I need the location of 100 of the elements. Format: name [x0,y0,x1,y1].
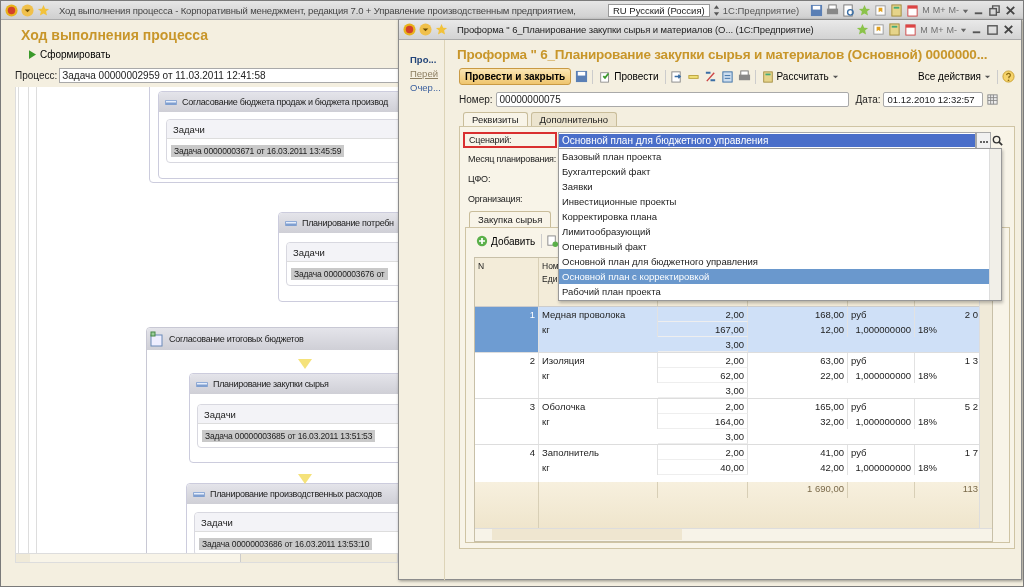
caret-icon [984,73,991,80]
language-indicator[interactable]: RU Русский (Россия) [608,3,710,17]
horizontal-scrollbar[interactable] [475,528,992,541]
table-cell: 1,000000000 [848,414,915,429]
table-cell: 32,00 [748,414,848,429]
generate-button[interactable]: Сформировать [15,47,125,62]
save-icon[interactable] [575,70,589,83]
tab[interactable]: Реквизиты [463,112,528,126]
maximize-icon[interactable] [986,23,999,36]
vertical-scrollbar[interactable] [989,148,1001,300]
add-button[interactable]: Добавить [474,235,538,247]
node-title: Планирование производственных расходов [210,489,382,499]
calculator-icon[interactable] [888,23,902,36]
table-cell: 2 [475,353,539,398]
task-link[interactable]: Задача 00000003676 от [291,268,388,280]
nav-link[interactable]: Очер... [410,82,444,93]
dropdown-item[interactable]: Основной план для бюджетного управления [559,253,989,269]
tasks-label: Задачи [204,408,236,420]
bookmark-icon[interactable] [874,3,888,17]
column-header[interactable]: N [475,258,539,306]
task-link[interactable]: Задача 00000003685 от 16.03.2011 13:51:53 [202,430,376,442]
bookmark-icon[interactable] [872,23,886,36]
menu-icon[interactable] [419,23,432,36]
memory-button[interactable]: M [922,5,930,15]
number-field[interactable]: 00000000075 [495,92,849,107]
memory-button[interactable]: M- [946,24,957,35]
table-cell: кг [539,460,658,475]
table-cell: 164,00 [658,414,748,429]
table-cell: 40,00 [658,460,748,475]
document-list-icon[interactable] [720,70,734,83]
process-label: Процесс: [15,70,58,81]
window-title-tail: 1С:Предприятие) [722,4,800,16]
memory-button[interactable]: M- [948,5,959,15]
table-cell: 165,00 [748,399,848,414]
table-cell: 2,00 [658,353,748,368]
table-cell: 1,000000000 [848,368,915,383]
star-icon[interactable] [856,23,870,36]
post-and-close-button[interactable]: Провести и закрыть [459,68,572,85]
table-cell: 3 [475,399,539,444]
node-title: Согласование бюджета продаж и бюджета производ [182,97,389,107]
task-link[interactable]: Задача 00000003671 от 16.03.2011 13:45:59 [171,145,345,157]
close-icon[interactable] [1002,23,1015,36]
search-icon[interactable] [991,133,1004,147]
nav-link[interactable]: Про... [410,54,444,65]
calculate-button[interactable]: Рассчитать [759,70,841,83]
logo-icon[interactable] [5,3,18,17]
dropdown-item[interactable]: Рабочий план проекта [559,283,989,299]
dropdown-item[interactable]: Бухгалтерский факт [559,163,989,179]
date-field[interactable]: 01.12.2010 12:32:57 [883,92,984,107]
dropdown-item[interactable]: Оперативный факт [559,238,989,254]
dropdown-item[interactable]: Лимитообразующий [559,223,989,239]
table-row[interactable]: 1 Медная проволока кг 2,00 167,00 3,00 168,00 12,00 руб 1,000000000 2 0 18% [475,307,982,353]
logo-icon[interactable] [403,23,416,36]
dropdown-item[interactable]: Базовый план проекта [559,148,989,164]
dropdown-item[interactable]: Корректировка плана [559,208,989,224]
memory-button[interactable]: M+ [932,5,946,15]
total-cell: 1 690,00 [748,482,848,498]
tab[interactable]: Дополнительно [530,112,617,126]
play-icon [29,50,36,59]
dropdown-item[interactable]: Инвестиционные проекты [559,193,989,209]
tab[interactable]: Закупка сырья [469,211,552,227]
table-cell: 42,00 [748,460,848,475]
table-cell: 2,00 [658,399,748,414]
scroll-arrows-icon[interactable] [712,3,720,17]
nav-link[interactable]: Перей [410,68,444,79]
star-icon[interactable] [858,3,872,17]
scenario-field[interactable]: Основной план для бюджетного управления [558,131,976,149]
task-icon [193,491,205,497]
process-field[interactable]: Задача 00000002959 от 11.03.2011 12:41:58 [59,68,401,83]
select-button[interactable] [976,131,991,149]
copy-icon[interactable] [546,234,560,248]
memory-button[interactable]: M [920,24,928,35]
horizontal-scrollbar[interactable] [15,553,398,563]
star-icon[interactable] [435,23,448,36]
restore-icon[interactable] [988,3,1001,17]
calendar-icon[interactable] [904,23,918,36]
help-icon[interactable] [1002,70,1015,83]
preview-icon[interactable] [842,3,856,17]
close-icon[interactable] [1004,3,1017,17]
calendar-icon[interactable] [986,93,1000,106]
calendar-icon[interactable] [906,3,920,17]
tasks-label: Задачи [201,516,233,528]
table-cell: 168,00 [748,307,848,322]
print-icon[interactable] [737,70,751,83]
memory-button[interactable]: M+ [930,24,944,35]
star-icon[interactable] [37,3,50,17]
all-actions-button[interactable]: Все действия [916,71,993,82]
dropdown-item[interactable]: Заявки [559,178,989,194]
task-link[interactable]: Задача 00000003686 от 16.03.2011 13:53:10 [199,538,373,550]
group-icon [150,331,164,347]
post-button[interactable]: Провести [597,70,661,83]
menu-icon[interactable] [21,3,34,17]
save-icon[interactable] [810,3,824,17]
ledger-icon[interactable] [703,70,717,83]
document-check-icon [599,70,612,83]
table-cell: 2,00 [658,445,748,460]
print-icon[interactable] [826,3,840,17]
calculator-icon[interactable] [890,3,904,17]
table-cell: руб [848,353,915,368]
field-label: Организация: [467,193,524,206]
